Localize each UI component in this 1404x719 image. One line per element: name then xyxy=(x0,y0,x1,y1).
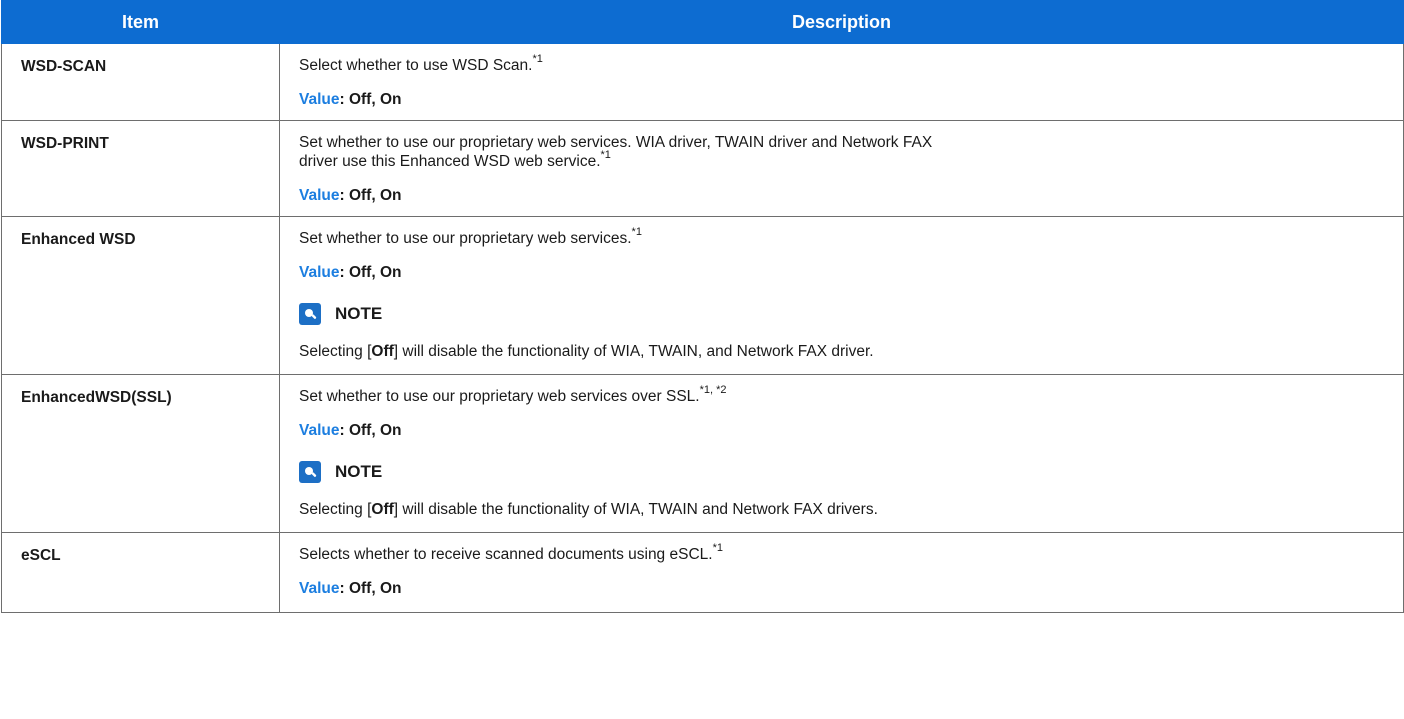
description-text: Set whether to use our proprietary web s… xyxy=(299,134,933,151)
item-description: Set whether to use our proprietary web s… xyxy=(279,216,1404,375)
settings-table: Item Description WSD-SCAN Select whether… xyxy=(1,0,1404,613)
footnote-ref: *1 xyxy=(712,542,723,554)
description-text: Set whether to use our proprietary web s… xyxy=(299,230,632,247)
footnote-ref: *1 xyxy=(532,53,543,65)
description-text: driver use this Enhanced WSD web service… xyxy=(299,153,601,170)
item-description: Select whether to use WSD Scan.*1 Value:… xyxy=(279,43,1404,121)
item-description: Set whether to use our proprietary web s… xyxy=(279,120,1404,217)
note-lightbulb-icon xyxy=(299,461,321,483)
note-title: NOTE xyxy=(335,304,383,323)
value-options: : Off, On xyxy=(339,187,402,204)
value-label: Value xyxy=(299,580,340,597)
value-line: Value: Off, On xyxy=(299,579,1403,598)
value-options: : Off, On xyxy=(339,91,402,108)
footnote-ref: *1 xyxy=(631,226,642,238)
value-options: : Off, On xyxy=(339,580,402,597)
table-row: WSD-PRINT Set whether to use our proprie… xyxy=(1,120,1404,217)
value-options: : Off, On xyxy=(339,264,402,281)
item-name: WSD-SCAN xyxy=(1,43,280,121)
table-row: WSD-SCAN Select whether to use WSD Scan.… xyxy=(1,43,1404,121)
note-heading: NOTE xyxy=(299,301,1403,327)
value-line: Value: Off, On xyxy=(299,186,1403,205)
value-options: : Off, On xyxy=(339,422,402,439)
description-text: Select whether to use WSD Scan. xyxy=(299,57,533,74)
item-description: Selects whether to receive scanned docum… xyxy=(279,532,1404,613)
value-line: Value: Off, On xyxy=(299,421,1403,440)
value-label: Value xyxy=(299,264,340,281)
note-title: NOTE xyxy=(335,462,383,481)
note-heading: NOTE xyxy=(299,459,1403,485)
header-item: Item xyxy=(1,0,280,44)
note-text: Selecting [Off] will disable the functio… xyxy=(299,343,874,360)
table-header-row: Item Description xyxy=(1,0,1404,44)
note-text: Selecting [Off] will disable the functio… xyxy=(299,501,878,518)
table-row: EnhancedWSD(SSL) Set whether to use our … xyxy=(1,374,1404,533)
value-label: Value xyxy=(299,422,340,439)
table-row: eSCL Selects whether to receive scanned … xyxy=(1,532,1404,613)
value-label: Value xyxy=(299,187,340,204)
description-text: Set whether to use our proprietary web s… xyxy=(299,388,700,405)
item-name: WSD-PRINT xyxy=(1,120,280,217)
item-name: Enhanced WSD xyxy=(1,216,280,375)
value-label: Value xyxy=(299,91,340,108)
header-description: Description xyxy=(279,0,1404,44)
value-line: Value: Off, On xyxy=(299,90,1403,109)
item-description: Set whether to use our proprietary web s… xyxy=(279,374,1404,533)
footnote-ref: *1, *2 xyxy=(699,384,727,396)
footnote-ref: *1 xyxy=(600,149,611,161)
value-line: Value: Off, On xyxy=(299,263,1403,282)
description-text: Selects whether to receive scanned docum… xyxy=(299,546,713,563)
table-row: Enhanced WSD Set whether to use our prop… xyxy=(1,216,1404,375)
item-name: eSCL xyxy=(1,532,280,613)
item-name: EnhancedWSD(SSL) xyxy=(1,374,280,533)
note-lightbulb-icon xyxy=(299,303,321,325)
